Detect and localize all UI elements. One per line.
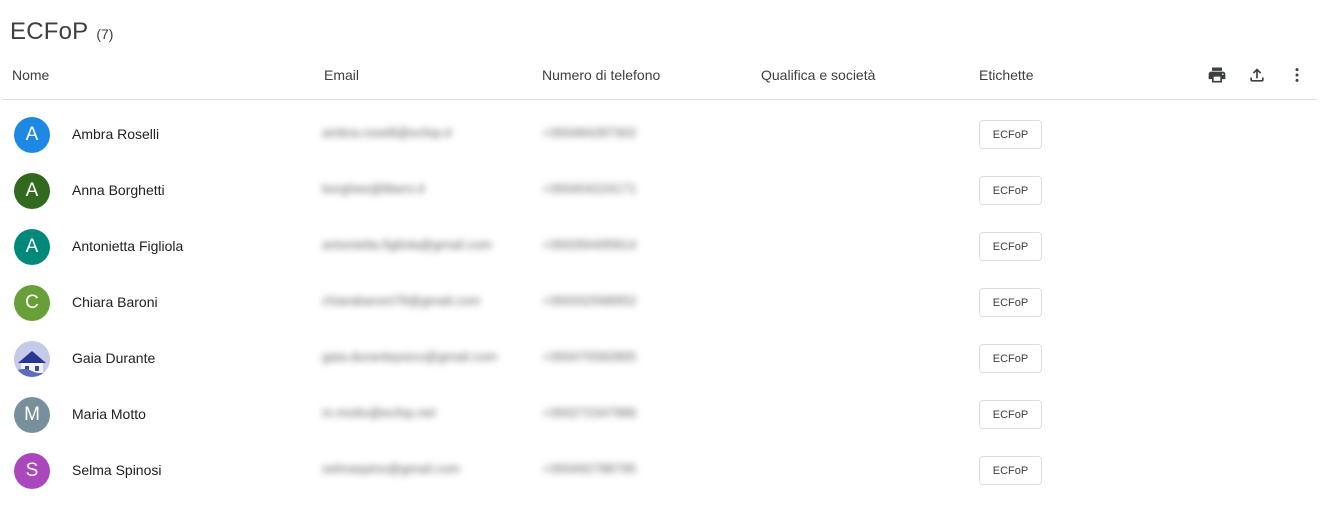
avatar: C <box>14 285 50 321</box>
contact-phone: +393492788795 <box>542 461 637 476</box>
table-row[interactable]: A Antonietta Figliola antonietta.figliol… <box>0 219 1321 275</box>
table-row[interactable]: Gaia Durante gaia.durantepsico@gmail.com… <box>0 331 1321 387</box>
contact-email: antonietta.figliola@gmail.com <box>322 237 493 252</box>
header-divider <box>2 99 1317 100</box>
list-count: (7) <box>96 26 114 42</box>
contact-name: Gaia Durante <box>72 350 156 366</box>
upload-icon <box>1250 68 1264 82</box>
label-chip[interactable]: ECFoP <box>979 456 1042 485</box>
column-header-email[interactable]: Email <box>324 67 359 83</box>
more-vert-icon <box>1295 68 1299 82</box>
contact-name: Maria Motto <box>72 406 146 422</box>
contact-phone: +393404224171 <box>542 181 637 196</box>
table-row[interactable]: S Selma Spinosi selmaspino@gmail.com +39… <box>0 443 1321 499</box>
table-row[interactable]: M Maria Motto m.motto@ecfop.net +3932723… <box>0 387 1321 443</box>
more-options-button[interactable] <box>1285 63 1309 87</box>
avatar: A <box>14 117 50 153</box>
table-row[interactable]: A Anna Borghetti borghee@libero.it +3934… <box>0 163 1321 219</box>
label-chip[interactable]: ECFoP <box>979 232 1042 261</box>
avatar: A <box>14 229 50 265</box>
contact-email: borghee@libero.it <box>322 181 425 196</box>
label-chip[interactable]: ECFoP <box>979 176 1042 205</box>
contact-name: Chiara Baroni <box>72 294 158 310</box>
export-button[interactable] <box>1245 63 1269 87</box>
label-chip[interactable]: ECFoP <box>979 400 1042 429</box>
avatar-photo <box>14 341 50 377</box>
contact-phone: +393284495814 <box>542 237 637 252</box>
table-header: Nome Email Numero di telefono Qualifica … <box>0 60 1321 90</box>
contact-phone: +393332568952 <box>542 293 637 308</box>
house-photo-icon <box>14 341 50 377</box>
contact-name: Selma Spinosi <box>72 462 162 478</box>
contact-email: gaia.durantepsico@gmail.com <box>322 349 498 364</box>
column-header-labels[interactable]: Etichette <box>979 67 1033 83</box>
contact-name: Ambra Roselli <box>72 126 160 142</box>
print-button[interactable] <box>1205 63 1229 87</box>
avatar: A <box>14 173 50 209</box>
contact-email: m.motto@ecfop.net <box>322 405 436 420</box>
avatar: M <box>14 397 50 433</box>
contact-name: Anna Borghetti <box>72 182 165 198</box>
list-title: ECFoP <box>10 18 89 45</box>
contact-phone: +393484287302 <box>542 125 637 140</box>
column-header-name[interactable]: Nome <box>12 67 49 83</box>
table-row[interactable]: A Ambra Roselli ambra.roselli@ecfop.it +… <box>0 107 1321 163</box>
contact-email: selmaspino@gmail.com <box>322 461 461 476</box>
contact-name: Antonietta Figliola <box>72 238 184 254</box>
column-header-job[interactable]: Qualifica e società <box>761 67 875 83</box>
contact-email: ambra.roselli@ecfop.it <box>322 125 452 140</box>
label-chip[interactable]: ECFoP <box>979 120 1042 149</box>
table-row[interactable]: C Chiara Baroni chiarabaroni78@gmail.com… <box>0 275 1321 331</box>
printer-icon <box>1208 67 1226 83</box>
contacts-list-page: ECFoP (7) Nome Email Numero di telefono … <box>0 0 1321 522</box>
label-chip[interactable]: ECFoP <box>979 288 1042 317</box>
list-heading: ECFoP (7) <box>10 18 113 46</box>
label-chip[interactable]: ECFoP <box>979 344 1042 373</box>
column-header-phone[interactable]: Numero di telefono <box>542 67 660 83</box>
contact-email: chiarabaroni78@gmail.com <box>322 293 481 308</box>
contact-phone: +393272347986 <box>542 405 637 420</box>
avatar: S <box>14 453 50 489</box>
contact-phone: +393470582865 <box>542 349 637 364</box>
